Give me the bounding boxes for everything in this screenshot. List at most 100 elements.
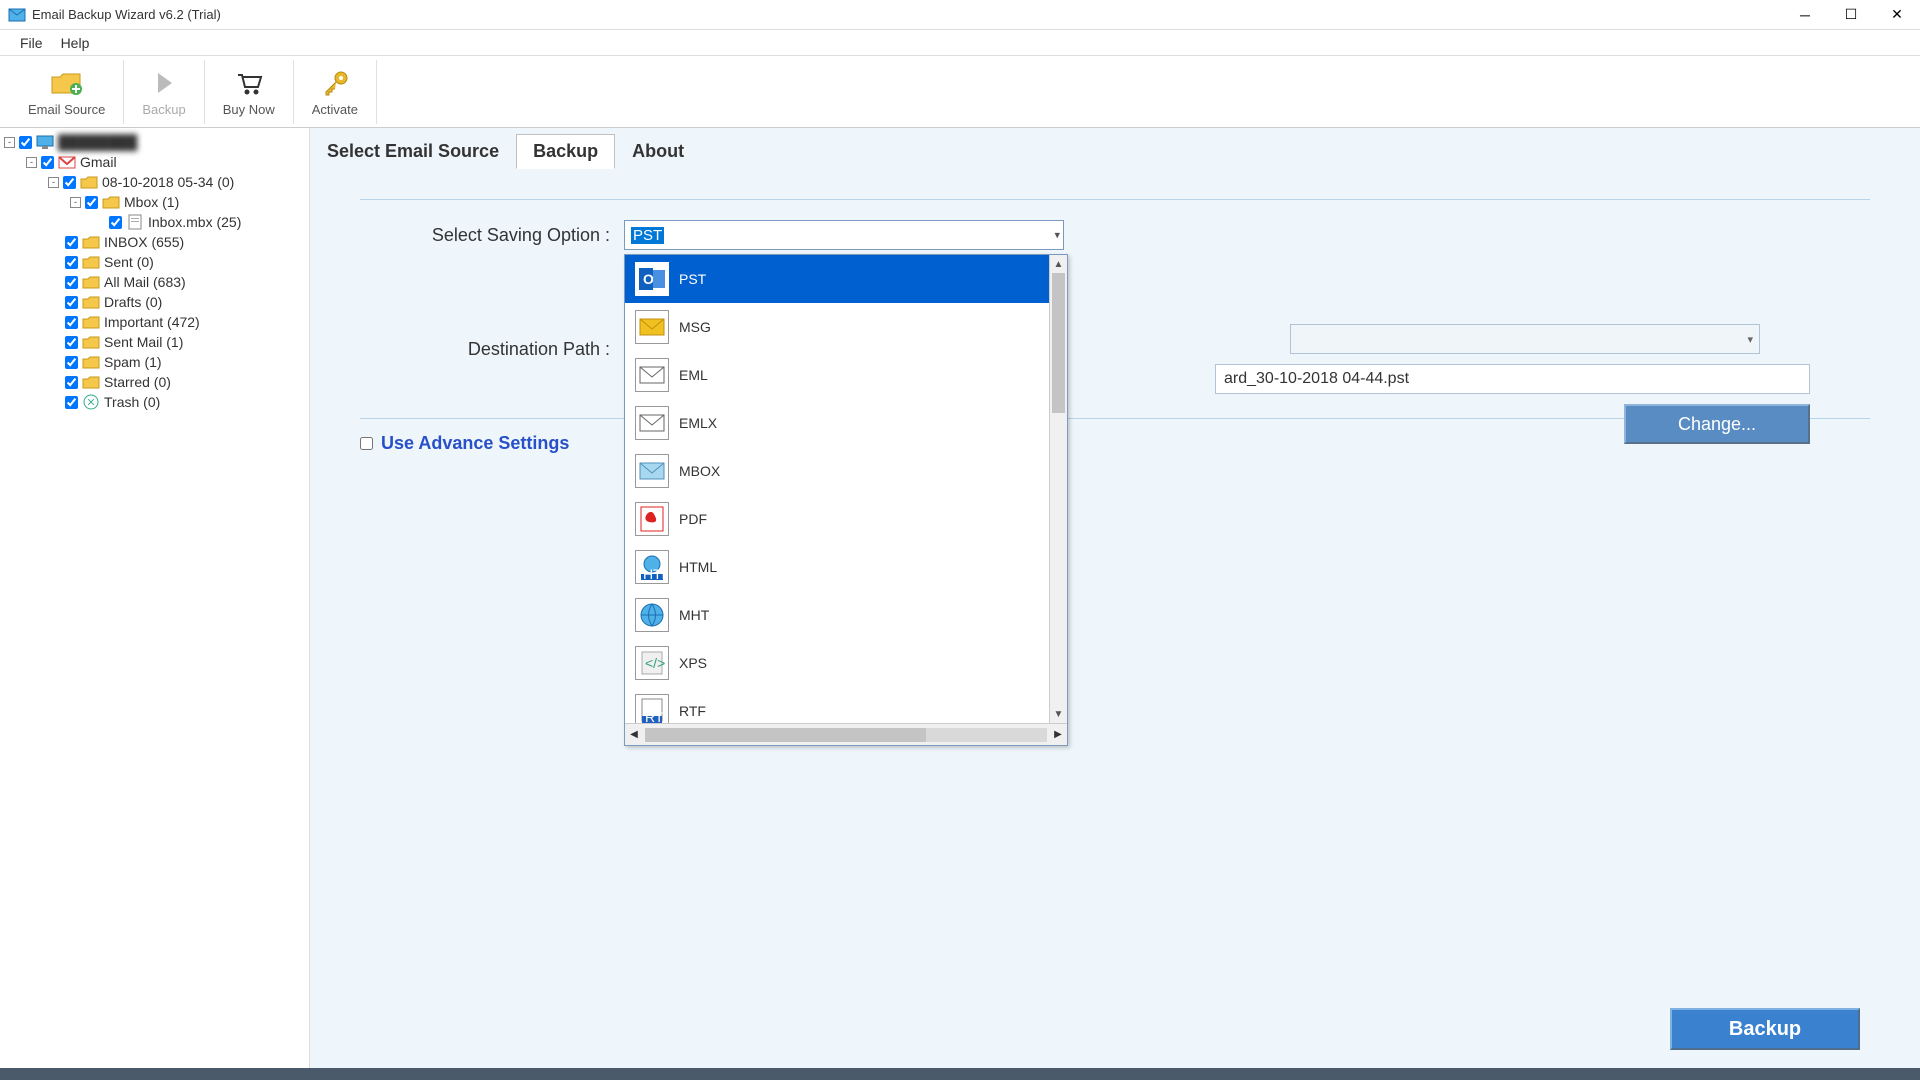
- pdf-icon: [635, 502, 669, 536]
- tree-label: Spam (1): [104, 354, 162, 370]
- tree-node[interactable]: Sent (0): [4, 252, 305, 272]
- tree-node[interactable]: Trash (0): [4, 392, 305, 412]
- tree-checkbox[interactable]: [65, 296, 78, 309]
- chevron-down-icon: ▾: [1054, 229, 1060, 242]
- dropdown-option-xps[interactable]: </>XPS: [625, 639, 1067, 687]
- toolbar-label: Activate: [312, 102, 358, 117]
- scroll-left-icon[interactable]: ◀: [625, 729, 643, 740]
- tab-select-source[interactable]: Select Email Source: [310, 134, 516, 169]
- destination-path-input[interactable]: [1215, 364, 1810, 394]
- tab-backup[interactable]: Backup: [516, 134, 615, 169]
- toolbar-label: Backup: [142, 102, 185, 117]
- tree-label: INBOX (655): [104, 234, 184, 250]
- dropdown-option-msg[interactable]: MSG: [625, 303, 1067, 351]
- dropdown-option-mht[interactable]: MHT: [625, 591, 1067, 639]
- tree-node[interactable]: Starred (0): [4, 372, 305, 392]
- tree-checkbox[interactable]: [65, 316, 78, 329]
- eml-icon: [635, 358, 669, 392]
- backup-button[interactable]: Backup: [1670, 1008, 1860, 1050]
- tree-checkbox[interactable]: [65, 376, 78, 389]
- folder-icon: [82, 354, 100, 370]
- tree-node[interactable]: -Mbox (1): [4, 192, 305, 212]
- saving-option-select[interactable]: PST ▾: [624, 220, 1064, 250]
- folder-icon: [82, 274, 100, 290]
- scroll-right-icon[interactable]: ▶: [1049, 729, 1067, 740]
- maximize-button[interactable]: ☐: [1828, 0, 1874, 30]
- tree-label: ████████: [58, 134, 137, 150]
- tree-checkbox[interactable]: [65, 276, 78, 289]
- tree-node[interactable]: All Mail (683): [4, 272, 305, 292]
- dropdown-option-html[interactable]: HTMLHTML: [625, 543, 1067, 591]
- dropdown-option-label: MBOX: [679, 463, 720, 479]
- tree-label: Gmail: [80, 154, 117, 170]
- minimize-button[interactable]: ─: [1782, 0, 1828, 30]
- dropdown-option-label: RTF: [679, 703, 706, 719]
- tree-node[interactable]: Drafts (0): [4, 292, 305, 312]
- tree-checkbox[interactable]: [85, 196, 98, 209]
- tree-checkbox[interactable]: [65, 256, 78, 269]
- tree-checkbox[interactable]: [65, 396, 78, 409]
- tree-node[interactable]: Inbox.mbx (25): [4, 212, 305, 232]
- scroll-up-icon[interactable]: ▲: [1050, 255, 1067, 273]
- tree-node[interactable]: INBOX (655): [4, 232, 305, 252]
- dropdown-hscroll[interactable]: ◀ ▶: [625, 723, 1067, 745]
- menu-help[interactable]: Help: [61, 35, 90, 51]
- tree-label: Trash (0): [104, 394, 160, 410]
- dropdown-option-emlx[interactable]: EMLX: [625, 399, 1067, 447]
- expand-toggle-icon[interactable]: -: [4, 137, 15, 148]
- dropdown-option-label: MHT: [679, 607, 709, 623]
- dropdown-option-label: HTML: [679, 559, 717, 575]
- expand-toggle-icon[interactable]: -: [26, 157, 37, 168]
- tree-checkbox[interactable]: [65, 336, 78, 349]
- svg-text:</>: </>: [645, 655, 665, 671]
- tree-node[interactable]: - Gmail: [4, 152, 305, 172]
- msg-icon: [635, 310, 669, 344]
- statusbar: [0, 1068, 1920, 1080]
- scroll-down-icon[interactable]: ▼: [1050, 705, 1067, 723]
- tab-about[interactable]: About: [615, 134, 701, 169]
- tree-node[interactable]: -08-10-2018 05-34 (0): [4, 172, 305, 192]
- tree-checkbox[interactable]: [65, 356, 78, 369]
- dropdown-option-label: EML: [679, 367, 708, 383]
- dropdown-option-mbox[interactable]: MBOX: [625, 447, 1067, 495]
- dropdown-option-label: PDF: [679, 511, 707, 527]
- folder-icon: [82, 374, 100, 390]
- saving-option-value: PST: [631, 227, 664, 244]
- tree-node[interactable]: Sent Mail (1): [4, 332, 305, 352]
- pst-icon: O: [635, 262, 669, 296]
- advance-settings-label[interactable]: Use Advance Settings: [381, 433, 569, 454]
- tree-checkbox[interactable]: [19, 136, 32, 149]
- tree-checkbox[interactable]: [65, 236, 78, 249]
- tree-label: Inbox.mbx (25): [148, 214, 241, 230]
- toolbar-backup[interactable]: Backup: [124, 60, 204, 124]
- toolbar-activate[interactable]: Activate: [294, 60, 377, 124]
- tree-node[interactable]: Important (472): [4, 312, 305, 332]
- change-button[interactable]: Change...: [1624, 404, 1810, 444]
- close-button[interactable]: ✕: [1874, 0, 1920, 30]
- scroll-thumb[interactable]: [1052, 273, 1065, 413]
- toolbar-email-source[interactable]: Email Source: [10, 60, 124, 124]
- dropdown-option-label: MSG: [679, 319, 711, 335]
- folder-icon: [82, 234, 100, 250]
- advance-settings-checkbox[interactable]: [360, 437, 373, 450]
- dropdown-option-label: PST: [679, 271, 706, 287]
- expand-toggle-icon[interactable]: -: [48, 177, 59, 188]
- tree-node[interactable]: Spam (1): [4, 352, 305, 372]
- menu-file[interactable]: File: [20, 35, 43, 51]
- scroll-thumb[interactable]: [645, 728, 926, 742]
- tree-checkbox[interactable]: [41, 156, 54, 169]
- tree-checkbox[interactable]: [109, 216, 122, 229]
- dropdown-option-pst[interactable]: O PST: [625, 255, 1067, 303]
- dropdown-vscroll[interactable]: ▲ ▼: [1049, 255, 1067, 723]
- tree-checkbox[interactable]: [63, 176, 76, 189]
- toolbar-buy-now[interactable]: Buy Now: [205, 60, 294, 124]
- key-icon: [318, 66, 352, 100]
- xps-icon: </>: [635, 646, 669, 680]
- dropdown-option-pdf[interactable]: PDF: [625, 495, 1067, 543]
- dropdown-option-eml[interactable]: EML: [625, 351, 1067, 399]
- expand-toggle-icon[interactable]: -: [70, 197, 81, 208]
- tree-node[interactable]: - ████████: [4, 132, 305, 152]
- folder-icon: [102, 194, 120, 210]
- mht-icon: [635, 598, 669, 632]
- split-size-select[interactable]: [1290, 324, 1760, 354]
